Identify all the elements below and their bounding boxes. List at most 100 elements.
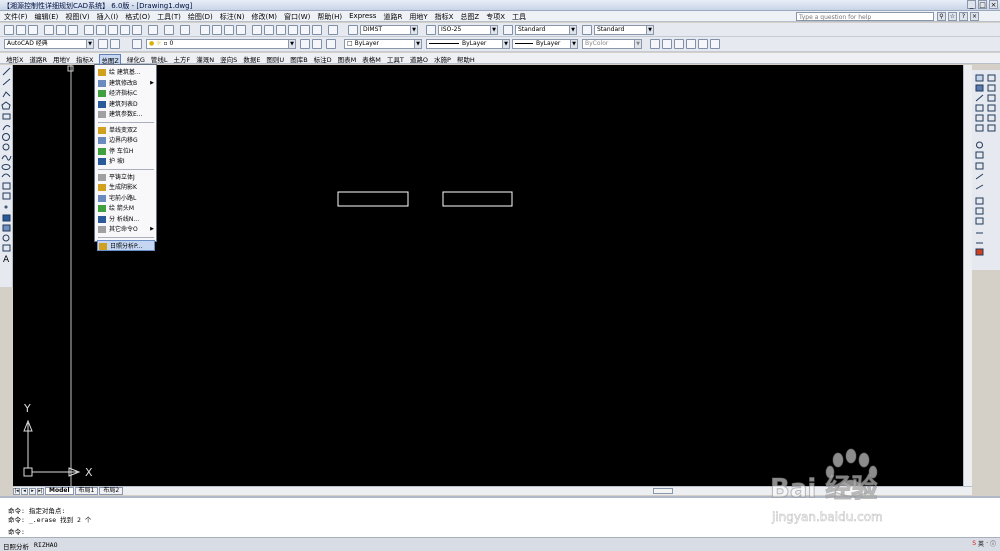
layer-off-icon[interactable] [987,124,996,132]
zoom-window-icon[interactable] [224,25,234,35]
first-tab-icon[interactable]: |◂ [13,487,20,495]
multileader-style-icon[interactable] [582,25,592,35]
help-icon[interactable]: ? [959,12,968,21]
extend-icon[interactable] [975,184,984,190]
break-at-point-icon[interactable] [975,197,984,205]
popup-menu-item[interactable]: 日照分析P... [97,239,155,251]
menu-item[interactable]: 视图(V) [65,12,89,22]
calculator-icon[interactable] [312,25,322,35]
menu-item[interactable]: 用地Y [409,12,427,22]
popup-menu-item[interactable]: 边界内移G [97,135,155,146]
match-properties-icon[interactable] [120,25,130,35]
help-toolbar-icon[interactable] [328,25,338,35]
cut-icon[interactable] [84,25,94,35]
linetype-combo[interactable]: ByLayer ▼ [426,39,510,49]
scroll-thumb[interactable] [653,488,673,494]
layer-freeze-icon[interactable] [987,114,996,122]
chevron-down-icon[interactable]: ▼ [569,26,576,34]
prev-tab-icon[interactable]: ◂ [21,487,28,495]
popup-menu-item[interactable]: 单线变双Z [97,125,155,136]
ellipse-icon[interactable] [1,164,11,170]
ucs-world-icon[interactable] [662,39,672,49]
ucs-previous-icon[interactable] [674,39,684,49]
zoom-realtime-icon[interactable] [212,25,222,35]
publish-icon[interactable] [68,25,78,35]
menu-item[interactable]: 插入(I) [97,12,119,22]
mirror-icon[interactable] [975,94,984,102]
construction-line-icon[interactable] [2,78,11,86]
tab-layout2[interactable]: 布局2 [99,487,124,495]
tray-dot-icon[interactable]: · [986,540,988,547]
redo-icon[interactable] [180,25,190,35]
minimize-button[interactable]: _ [967,0,976,9]
chevron-down-icon[interactable]: ▼ [288,40,295,48]
markup-icon[interactable] [300,25,310,35]
menu-item[interactable]: 工具 [512,12,526,22]
workspace-combo[interactable]: AutoCAD 经典 ▼ [4,39,94,49]
layer-props-icon[interactable] [987,94,996,102]
ellipse-arc-icon[interactable] [1,173,11,178]
print-icon[interactable] [44,25,54,35]
color-combo[interactable]: □ ByLayer ▼ [344,39,422,49]
move-icon[interactable] [975,124,984,132]
ucs-view-icon[interactable] [710,39,720,49]
popup-menu-item[interactable]: 停 车位H [97,146,155,157]
popup-menu-item[interactable]: 绘 建筑基... [97,67,155,78]
menu-item[interactable]: 绘图(D) [188,12,213,22]
color-control-icon[interactable] [326,39,336,49]
tab-model[interactable]: Model [45,487,74,495]
sheet-set-icon[interactable] [288,25,298,35]
chevron-down-icon[interactable]: ▼ [502,40,509,48]
undo-icon[interactable] [164,25,174,35]
workspace-settings-icon[interactable] [98,39,108,49]
paste-icon[interactable] [108,25,118,35]
dim-style-icon[interactable] [426,25,436,35]
copy-icon[interactable] [96,25,106,35]
last-tab-icon[interactable]: ▸| [37,487,44,495]
menu-item[interactable]: Express [349,12,376,22]
circle-icon[interactable] [2,133,10,141]
chevron-down-icon[interactable]: ▼ [646,26,653,34]
point-icon[interactable] [4,205,8,209]
layer-combo[interactable]: ● ☼ ▫ 0 ▼ [146,39,296,49]
maximize-button[interactable]: □ [978,0,987,9]
menu-item[interactable]: 工具(T) [157,12,181,22]
erase-icon[interactable] [975,74,984,82]
dock-icon[interactable] [987,74,996,82]
text-style-icon[interactable] [348,25,358,35]
hatch-icon[interactable] [2,214,11,222]
scale-icon[interactable] [975,151,984,159]
popup-menu-item[interactable]: 建筑修改B ▶ [97,78,155,89]
help-search-box[interactable] [796,12,934,21]
block-editor-icon[interactable] [132,25,142,35]
tool-palette-icon[interactable] [276,25,286,35]
popup-menu-item[interactable]: 平铸立体J [97,172,155,183]
chevron-down-icon[interactable]: ▼ [410,26,417,34]
popup-menu-item[interactable]: 生成阴影K [97,182,155,193]
copy-object-icon[interactable] [975,84,984,92]
open-file-icon[interactable] [16,25,26,35]
popup-menu-item[interactable]: 经济指标C [97,88,155,99]
break-icon[interactable] [975,207,984,215]
drawn-rectangle[interactable] [442,191,513,207]
multiline-text-icon[interactable]: A [3,255,10,265]
help-search-input[interactable] [797,14,933,21]
layer-tool-icon[interactable] [987,84,996,92]
layer-iso-icon[interactable] [987,104,996,112]
chevron-down-icon[interactable]: ▼ [570,40,577,48]
layer-previous-icon[interactable] [312,39,322,49]
menu-item[interactable]: 文件(F) [4,12,28,22]
region-icon[interactable] [2,234,10,242]
chevron-down-icon[interactable]: ▼ [490,26,497,34]
polygon-icon[interactable] [1,101,11,110]
layer-manager-icon[interactable] [132,39,142,49]
make-current-layer-icon[interactable] [300,39,310,49]
menu-item[interactable]: 修改(M) [251,12,277,22]
command-prompt[interactable]: 命令: [8,526,25,536]
table-style-combo[interactable]: Standard ▼ [515,25,577,35]
popup-menu-item[interactable]: 护 坡I [97,156,155,167]
print-preview-icon[interactable] [56,25,66,35]
info-icon[interactable]: ⓘ [990,539,996,548]
stretch-icon[interactable] [975,162,984,170]
popup-menu-item[interactable]: 建筑参数E... [97,109,155,120]
